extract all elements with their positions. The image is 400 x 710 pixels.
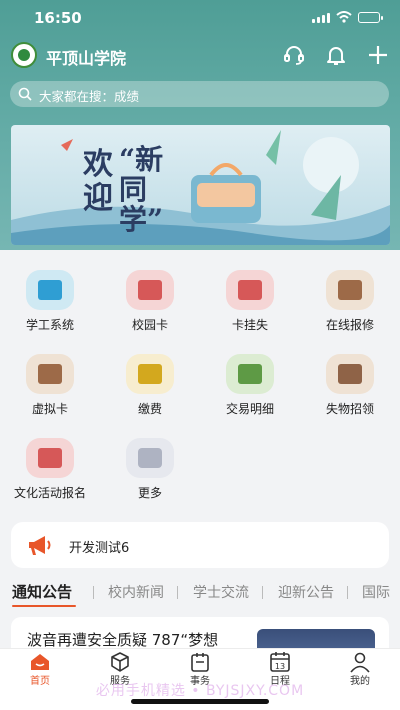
tab-freshman[interactable]: 迎新公告 [278, 582, 334, 602]
lost-found-icon [326, 354, 374, 394]
service-label: 卡挂失 [231, 318, 268, 332]
banner-illustration [11, 130, 390, 245]
service-label: 在线报修 [325, 318, 374, 332]
search-bar[interactable]: 大家都在搜：成绩 [10, 81, 389, 107]
school-name: 平顶山学院 [46, 49, 127, 68]
search-icon [18, 87, 32, 101]
service-monitor[interactable]: 学工系统 [0, 253, 100, 333]
service-label: 虚拟卡 [31, 402, 68, 416]
notice-text: 开发测试6 [69, 541, 130, 556]
tab-separator [177, 586, 178, 599]
app-header: 平顶山学院 [0, 38, 400, 72]
service-payment[interactable]: 缴费 [100, 337, 200, 417]
more-icon [126, 438, 174, 478]
school-logo [11, 42, 37, 68]
virtual-card-icon [26, 354, 74, 394]
service-label: 交易明细 [225, 402, 274, 416]
news-tabs: 通知公告 校内新闻 学士交流 迎新公告 国际 [0, 578, 400, 608]
service-lost-found[interactable]: 失物招领 [300, 337, 400, 417]
card-lock-icon [226, 270, 274, 310]
service-more[interactable]: 更多 [100, 421, 200, 501]
monitor-icon [26, 270, 74, 310]
profile-icon [350, 652, 370, 673]
affairs-icon [191, 653, 209, 672]
repair-icon [326, 270, 374, 310]
service-card[interactable]: 校园卡 [100, 253, 200, 333]
payment-icon [126, 354, 174, 394]
watermark: 必用手机精选 • BYJSJXY.COM [95, 683, 305, 699]
tab-notice[interactable]: 通知公告 [12, 581, 72, 602]
tab-international[interactable]: 国际 [362, 582, 390, 602]
service-label: 缴费 [137, 402, 162, 416]
signal-icon [312, 12, 330, 23]
battery-icon [358, 11, 383, 23]
megaphone-icon [29, 536, 51, 555]
active-tab-indicator [12, 605, 76, 607]
tab-campus-news[interactable]: 校内新闻 [108, 582, 164, 602]
service-label: 失物招领 [325, 402, 374, 416]
tab-exchange[interactable]: 学士交流 [193, 582, 249, 602]
service-virtual-card[interactable]: 虚拟卡 [0, 337, 100, 417]
wifi-icon [336, 11, 352, 23]
headset-icon[interactable] [282, 43, 306, 67]
banner-new-students: “新同学” [119, 143, 164, 236]
tab-separator [262, 586, 263, 599]
calendar-icon: 13 [270, 652, 290, 672]
service-transaction[interactable]: 交易明细 [200, 337, 300, 417]
tab-separator [347, 586, 348, 599]
welcome-banner[interactable]: 欢 迎 “新同学” [11, 125, 390, 245]
service-label: 更多 [137, 486, 162, 500]
card-icon [126, 270, 174, 310]
banner-welcome-2: 迎 [83, 181, 113, 216]
tab-separator [93, 586, 94, 599]
activity-icon [26, 438, 74, 478]
transaction-icon [226, 354, 274, 394]
service-label: 学工系统 [25, 318, 74, 332]
calendar-day: 13 [275, 662, 285, 671]
search-placeholder: 大家都在搜：成绩 [39, 89, 140, 104]
service-label: 文化活动报名 [13, 486, 86, 500]
status-bar: 16:50 [0, 0, 400, 36]
home-icon [31, 654, 49, 670]
bell-icon[interactable] [324, 43, 348, 67]
status-time: 16:50 [34, 9, 82, 27]
service-icon [111, 652, 129, 672]
notice-banner[interactable]: 开发测试6 [11, 522, 389, 568]
add-icon[interactable] [366, 43, 390, 67]
home-indicator [131, 699, 269, 704]
service-repair[interactable]: 在线报修 [300, 253, 400, 333]
header-background: 16:50 平顶山学院 大家都在搜：成绩 欢 迎 “新同学” [0, 0, 400, 250]
service-card-lock[interactable]: 卡挂失 [200, 253, 300, 333]
service-label: 校园卡 [131, 318, 168, 332]
article-title: 波音再遭安全质疑 787“梦想 [27, 631, 219, 649]
service-activity[interactable]: 文化活动报名 [0, 421, 100, 501]
